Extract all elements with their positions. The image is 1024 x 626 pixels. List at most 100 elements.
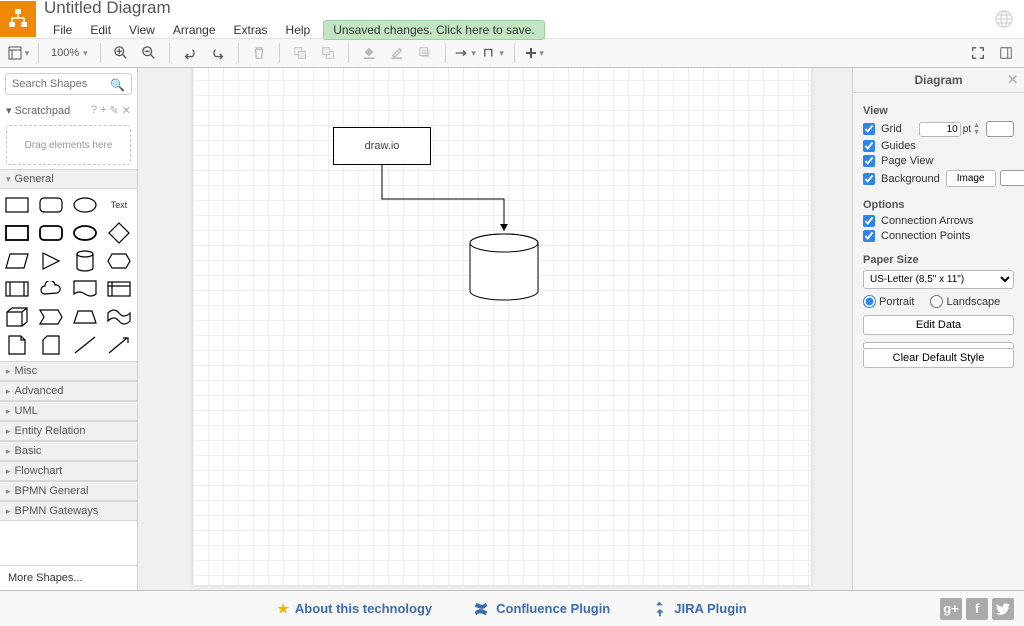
- zoom-level[interactable]: 100%: [47, 47, 92, 59]
- shape-card[interactable]: [38, 334, 64, 356]
- grid-step-up-icon[interactable]: ▲: [973, 122, 980, 129]
- shape-rounded-rect-2[interactable]: [38, 222, 64, 244]
- menu-edit[interactable]: Edit: [81, 21, 120, 39]
- to-back-icon[interactable]: [316, 41, 340, 65]
- shape-rectangle[interactable]: [4, 194, 30, 216]
- grid-size-input[interactable]: [919, 122, 961, 137]
- connection-style-icon[interactable]: [454, 41, 478, 65]
- view-mode-button[interactable]: [6, 41, 30, 65]
- shape-diamond[interactable]: [106, 222, 132, 244]
- section-basic[interactable]: ▸Basic: [0, 441, 137, 461]
- scratchpad-edit-icon[interactable]: ✎: [110, 104, 119, 117]
- portrait-radio[interactable]: [863, 295, 876, 308]
- zoom-out-icon[interactable]: [137, 41, 161, 65]
- grid-checkbox[interactable]: [863, 123, 875, 135]
- canvas-node-cylinder[interactable]: [468, 233, 540, 303]
- delete-icon[interactable]: [247, 41, 271, 65]
- shape-note[interactable]: [4, 334, 30, 356]
- facebook-icon[interactable]: f: [966, 598, 988, 620]
- shape-rounded-rect[interactable]: [38, 194, 64, 216]
- save-banner[interactable]: Unsaved changes. Click here to save.: [323, 20, 544, 40]
- scratchpad-add-icon[interactable]: +: [100, 104, 106, 117]
- shape-cube[interactable]: [4, 306, 30, 328]
- about-link[interactable]: ★ About this technology: [277, 601, 432, 617]
- scratchpad-close-icon[interactable]: ✕: [122, 104, 131, 117]
- shape-tape[interactable]: [106, 306, 132, 328]
- section-advanced[interactable]: ▸Advanced: [0, 381, 137, 401]
- search-icon[interactable]: 🔍: [110, 78, 125, 92]
- separator: [38, 43, 39, 63]
- shape-trapezoid[interactable]: [72, 306, 98, 328]
- shape-process[interactable]: [4, 278, 30, 300]
- section-bpmn-gateways[interactable]: ▸BPMN Gateways: [0, 501, 137, 521]
- menu-help[interactable]: Help: [277, 21, 320, 39]
- close-icon[interactable]: ✕: [1007, 72, 1018, 88]
- language-icon[interactable]: [994, 9, 1014, 29]
- menu-view[interactable]: View: [120, 21, 164, 39]
- canvas[interactable]: draw.io: [138, 68, 852, 590]
- confluence-link[interactable]: Confluence Plugin: [472, 600, 610, 618]
- papersize-select[interactable]: US-Letter (8,5" x 11"): [863, 270, 1014, 289]
- shape-arrow[interactable]: [106, 334, 132, 356]
- to-front-icon[interactable]: [288, 41, 312, 65]
- scratchpad-help-icon[interactable]: ?: [91, 104, 97, 117]
- conn-arrows-checkbox[interactable]: [863, 215, 875, 227]
- scratchpad-drop[interactable]: Drag elements here: [6, 125, 131, 165]
- document-title[interactable]: Untitled Diagram: [44, 0, 994, 18]
- scratchpad-title: Scratchpad: [15, 105, 71, 117]
- shape-parallelogram[interactable]: [4, 250, 30, 272]
- canvas-node-rect[interactable]: draw.io: [333, 127, 431, 165]
- guides-checkbox[interactable]: [863, 140, 875, 152]
- shadow-icon[interactable]: [413, 41, 437, 65]
- insert-icon[interactable]: [523, 41, 547, 65]
- shape-cloud[interactable]: [38, 278, 64, 300]
- background-checkbox[interactable]: [863, 173, 875, 185]
- shape-rectangle-2[interactable]: [4, 222, 30, 244]
- shape-triangle[interactable]: [38, 250, 64, 272]
- edit-data-button[interactable]: Edit Data: [863, 315, 1014, 335]
- redo-icon[interactable]: [206, 41, 230, 65]
- background-color-swatch[interactable]: [1000, 170, 1024, 186]
- grid-color-swatch[interactable]: [986, 121, 1014, 137]
- shape-ellipse-2[interactable]: [72, 222, 98, 244]
- section-bpmn-general[interactable]: ▸BPMN General: [0, 481, 137, 501]
- title-area: Untitled Diagram File Edit View Arrange …: [36, 0, 994, 40]
- landscape-radio[interactable]: [930, 295, 943, 308]
- menu-bar: File Edit View Arrange Extras Help Unsav…: [44, 20, 994, 40]
- undo-icon[interactable]: [178, 41, 202, 65]
- waypoints-icon[interactable]: [482, 41, 506, 65]
- line-color-icon[interactable]: [385, 41, 409, 65]
- shape-hexagon[interactable]: [106, 250, 132, 272]
- section-uml[interactable]: ▸UML: [0, 401, 137, 421]
- background-image-button[interactable]: Image: [946, 170, 996, 187]
- section-entity[interactable]: ▸Entity Relation: [0, 421, 137, 441]
- shape-text[interactable]: Text: [106, 194, 132, 216]
- section-flowchart[interactable]: ▸Flowchart: [0, 461, 137, 481]
- section-general[interactable]: ▾General: [0, 169, 137, 189]
- canvas-connector[interactable]: [381, 165, 511, 237]
- shape-line[interactable]: [72, 334, 98, 356]
- fullscreen-icon[interactable]: [966, 41, 990, 65]
- shape-step[interactable]: [38, 306, 64, 328]
- menu-arrange[interactable]: Arrange: [164, 21, 225, 39]
- menu-extras[interactable]: Extras: [225, 21, 277, 39]
- format-panel-title: Diagram: [914, 73, 962, 87]
- canvas-page[interactable]: draw.io: [193, 68, 811, 585]
- format-panel-icon[interactable]: [994, 41, 1018, 65]
- shape-internal-storage[interactable]: [106, 278, 132, 300]
- grid-step-down-icon[interactable]: ▼: [973, 129, 980, 136]
- shape-document[interactable]: [72, 278, 98, 300]
- jira-link[interactable]: JIRA Plugin: [650, 600, 746, 618]
- menu-file[interactable]: File: [44, 21, 81, 39]
- fill-color-icon[interactable]: [357, 41, 381, 65]
- googleplus-icon[interactable]: g+: [940, 598, 962, 620]
- clear-style-button[interactable]: Clear Default Style: [863, 348, 1014, 368]
- zoom-in-icon[interactable]: [109, 41, 133, 65]
- section-misc[interactable]: ▸Misc: [0, 361, 137, 381]
- more-shapes-link[interactable]: More Shapes...: [0, 565, 137, 590]
- shape-ellipse[interactable]: [72, 194, 98, 216]
- shape-cylinder[interactable]: [72, 250, 98, 272]
- conn-points-checkbox[interactable]: [863, 230, 875, 242]
- twitter-icon[interactable]: [992, 598, 1014, 620]
- pageview-checkbox[interactable]: [863, 155, 875, 167]
